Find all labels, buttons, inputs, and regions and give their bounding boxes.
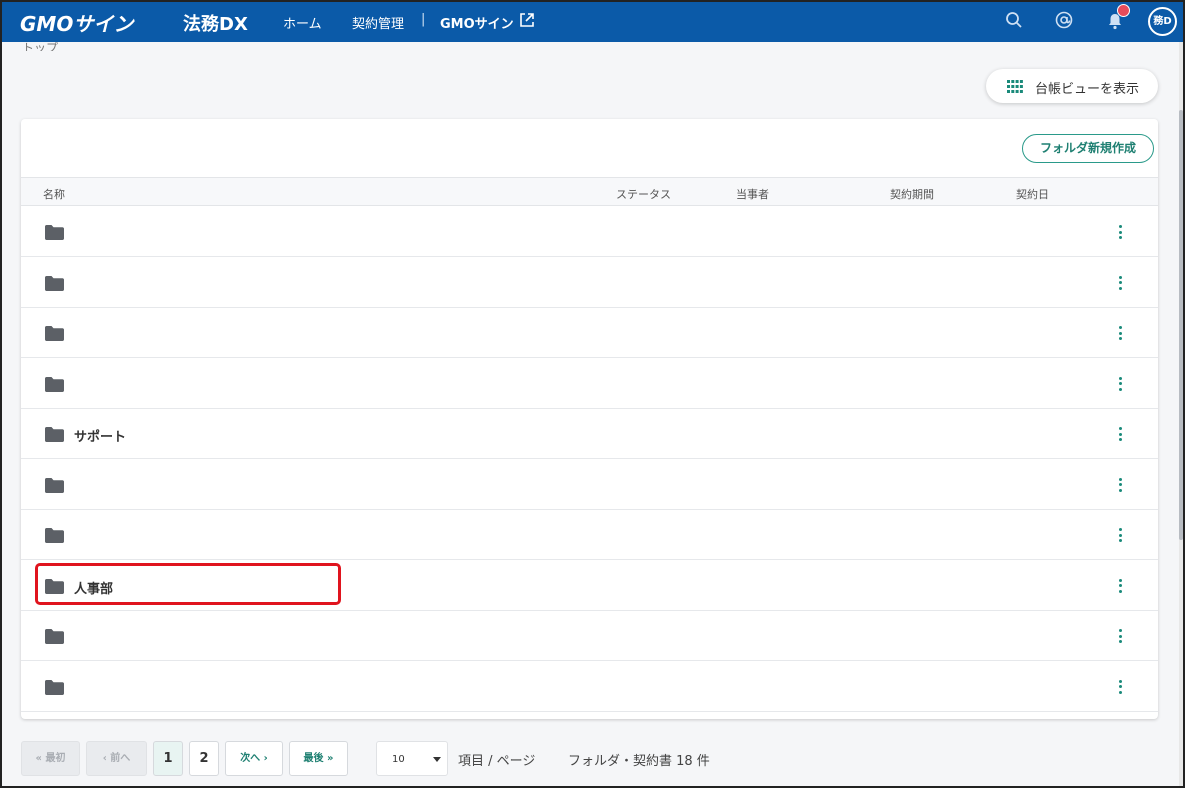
more-options-icon[interactable] <box>1117 526 1125 544</box>
next-page-button[interactable]: 次へ › <box>225 741 283 776</box>
table-row[interactable] <box>21 611 1158 661</box>
mention-icon[interactable] <box>1055 11 1073 33</box>
first-page-button[interactable]: « 最初 <box>21 741 80 776</box>
more-options-icon[interactable] <box>1117 678 1125 696</box>
folder-icon <box>45 427 64 446</box>
column-name[interactable]: 名称 <box>43 186 65 202</box>
notification-badge <box>1117 4 1130 17</box>
previous-page-label: 前へ <box>110 753 131 764</box>
folder-icon <box>45 629 64 648</box>
grid-icon <box>1007 80 1023 97</box>
folder-icon <box>45 225 64 244</box>
app-logo-subtitle[interactable]: 法務DX <box>183 10 248 36</box>
table-row[interactable]: 人事部 <box>21 561 1158 611</box>
column-contract-date[interactable]: 契約日 <box>1016 186 1049 202</box>
folder-icon <box>45 275 64 295</box>
page-1-button[interactable]: 1 <box>153 741 183 776</box>
next-page-label: 次へ <box>240 753 261 764</box>
chevron-right-icon: › <box>263 753 268 764</box>
more-options-icon[interactable] <box>1117 425 1125 443</box>
table-header: 名称 ステータス 当事者 契約期間 契約日 <box>21 177 1158 206</box>
table-row[interactable] <box>21 308 1158 358</box>
first-page-label: 最初 <box>45 753 66 764</box>
per-page-label: 項目 / ページ <box>458 754 536 769</box>
more-options-icon[interactable] <box>1117 223 1125 241</box>
double-chevron-right-icon: » <box>327 753 334 764</box>
folder-name[interactable]: サポート <box>74 426 126 445</box>
nav-separator: | <box>421 12 426 27</box>
per-page-select[interactable]: 10 <box>376 741 448 776</box>
last-page-button[interactable]: 最後 » <box>289 741 348 776</box>
folder-icon <box>45 679 64 699</box>
double-chevron-left-icon: « <box>35 753 42 764</box>
external-link-icon[interactable] <box>519 12 535 32</box>
search-icon[interactable] <box>1005 11 1023 33</box>
caret-down-icon <box>433 757 441 762</box>
more-options-icon[interactable] <box>1117 627 1125 645</box>
breadcrumb[interactable]: トップ <box>22 39 58 51</box>
folder-icon <box>45 376 64 396</box>
ledger-view-button[interactable]: 台帳ビューを表示 <box>986 69 1158 103</box>
folder-icon <box>45 326 64 345</box>
scrollbar-thumb[interactable] <box>1179 110 1183 540</box>
more-options-icon[interactable] <box>1117 324 1125 342</box>
folder-icon <box>45 477 64 497</box>
per-page-value: 10 <box>392 754 405 765</box>
table-row[interactable] <box>21 662 1158 712</box>
table-row[interactable] <box>21 510 1158 560</box>
nav-contract-management[interactable]: 契約管理 <box>352 13 404 32</box>
table-row[interactable]: サポート <box>21 409 1158 459</box>
folder-icon <box>45 578 64 598</box>
column-status[interactable]: ステータス <box>616 186 671 202</box>
column-party[interactable]: 当事者 <box>736 186 769 202</box>
previous-page-button[interactable]: ‹ 前へ <box>86 741 147 776</box>
folder-name[interactable]: 人事部 <box>74 578 113 597</box>
ledger-view-label: 台帳ビューを表示 <box>1035 82 1140 97</box>
table-row[interactable] <box>21 207 1158 257</box>
page-2-button[interactable]: 2 <box>189 741 219 776</box>
folder-list-card: フォルダ新規作成 名称 ステータス 当事者 契約期間 契約日 サポート人事部 <box>21 119 1158 719</box>
new-folder-button[interactable]: フォルダ新規作成 <box>1022 134 1154 163</box>
nav-home[interactable]: ホーム <box>283 13 322 32</box>
total-count: フォルダ・契約書 18 件 <box>568 754 710 769</box>
column-contract-period[interactable]: 契約期間 <box>890 186 934 202</box>
more-options-icon[interactable] <box>1117 577 1125 595</box>
table-row[interactable] <box>21 460 1158 510</box>
last-page-label: 最後 <box>303 753 324 764</box>
folder-icon <box>45 528 64 547</box>
nav-gmo-sign[interactable]: GMOサイン <box>440 13 514 32</box>
table-row[interactable] <box>21 359 1158 409</box>
more-options-icon[interactable] <box>1117 274 1125 292</box>
app-logo[interactable]: GMOサイン <box>20 8 133 37</box>
more-options-icon[interactable] <box>1117 375 1125 393</box>
more-options-icon[interactable] <box>1117 476 1125 494</box>
avatar[interactable]: 務D <box>1148 7 1177 36</box>
chevron-left-icon: ‹ <box>102 753 107 764</box>
table-row[interactable] <box>21 258 1158 308</box>
top-navigation-bar: GMOサイン 法務DX ホーム 契約管理 | GMOサイン 務D <box>0 0 1185 42</box>
